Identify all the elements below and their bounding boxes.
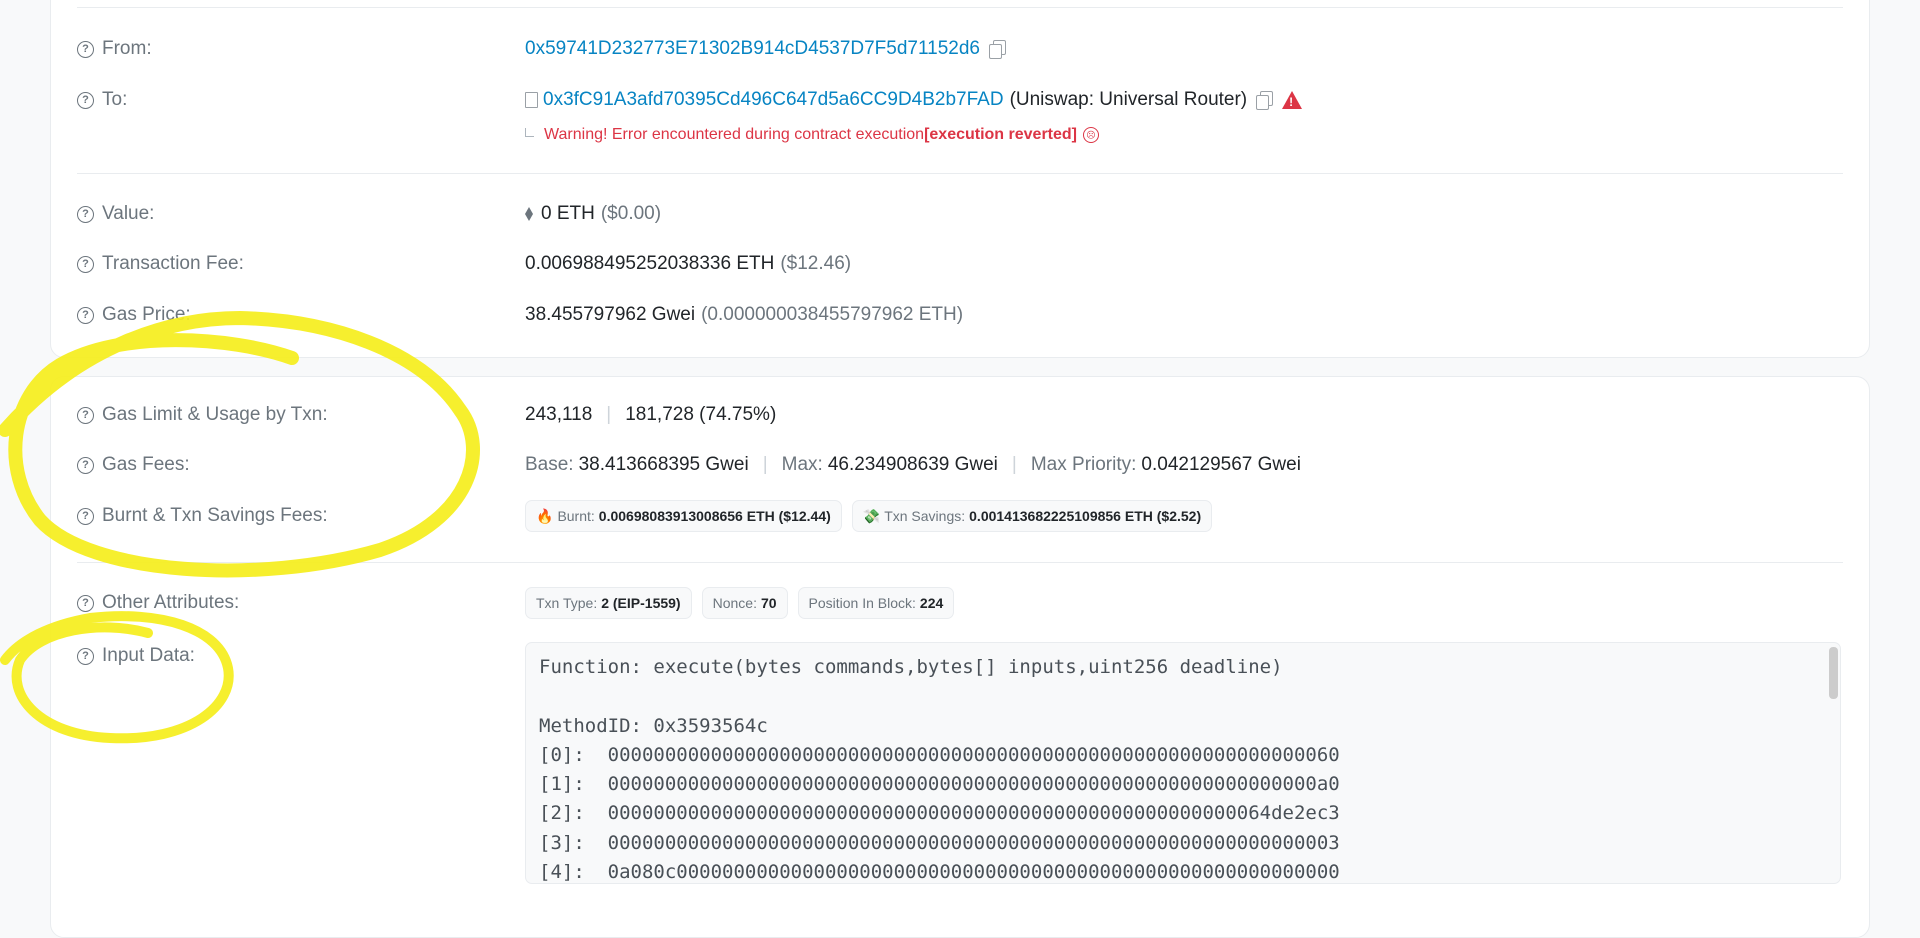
from-address-link[interactable]: 0x59741D232773E71302B914cD4537D7F5d71152…: [525, 38, 980, 60]
burnt-amount: 0.00698083913008656 ETH ($12.44): [598, 508, 831, 524]
help-icon[interactable]: ?: [77, 406, 94, 424]
help-icon[interactable]: ?: [77, 40, 94, 58]
help-icon[interactable]: ?: [77, 507, 94, 525]
input-data-code[interactable]: Function: execute(bytes commands,bytes[]…: [526, 643, 1840, 883]
contract-name: (Uniswap: Universal Router): [1009, 89, 1248, 110]
from-label: ? From:: [77, 38, 152, 60]
input-data-label: ? Input Data:: [77, 645, 195, 667]
value-label: ? Value:: [77, 203, 154, 225]
gas-fees-value: Base: 38.413668395 Gwei | Max: 46.234908…: [525, 454, 1301, 475]
execution-reverted-text: [execution reverted]: [924, 126, 1077, 143]
other-attributes-row: ? Other Attributes: Txn Type: 2 (EIP-1559…: [77, 587, 1868, 619]
value-row: ? Value: 0 ETH ($0.00): [77, 199, 1868, 229]
to-row: ? To: 0x3fC91A3afd70395Cd496C647d5a6CC9D…: [77, 85, 1868, 115]
money-icon: 💸: [862, 507, 881, 524]
burnt-fees-label: ? Burnt & Txn Savings Fees:: [77, 505, 328, 527]
divider: [77, 173, 1843, 174]
other-attributes-value: Txn Type: 2 (EIP-1559) Nonce: 70 Position …: [525, 587, 964, 619]
help-icon[interactable]: ?: [77, 594, 94, 612]
gas-price-label: ? Gas Price:: [77, 304, 191, 326]
gas-fees-row: ? Gas Fees: Base: 38.413668395 Gwei | Ma…: [77, 450, 1868, 480]
help-icon[interactable]: ?: [77, 91, 94, 109]
to-value: 0x3fC91A3afd70395Cd496C647d5a6CC9D4B2b7F…: [525, 89, 1303, 111]
burnt-fees-value: 🔥 Burnt: 0.00698083913008656 ETH ($12.44…: [525, 500, 1222, 532]
copy-icon[interactable]: [988, 40, 1006, 59]
gas-price-row: ? Gas Price: 38.455797962 Gwei (0.000000…: [77, 300, 1868, 330]
contract-document-icon: [525, 92, 538, 108]
divider: [77, 7, 1843, 8]
help-icon[interactable]: ?: [77, 456, 94, 474]
burnt-fees-row: ? Burnt & Txn Savings Fees: 🔥 Burnt: 0.0…: [77, 500, 1868, 532]
separator: |: [606, 404, 612, 425]
tree-corner-icon: [525, 127, 534, 137]
value-amount: 0 ETH ($0.00): [525, 203, 661, 225]
help-icon[interactable]: ?: [77, 647, 94, 665]
other-attributes-label: ? Other Attributes:: [77, 592, 239, 614]
gas-price-value: 38.455797962 Gwei (0.000000038455797962 …: [525, 304, 964, 325]
sad-face-icon: ☹: [1083, 127, 1099, 143]
separator: |: [762, 454, 768, 475]
to-label: ? To:: [77, 89, 127, 111]
gas-limit-value: 243,118 | 181,728 (74.75%): [525, 404, 777, 425]
transaction-fee-value: 0.006988495252038336 ETH ($12.46): [525, 253, 852, 274]
divider: [77, 562, 1843, 563]
help-icon[interactable]: ?: [77, 255, 94, 273]
ethereum-icon: [525, 207, 533, 221]
separator: |: [1011, 454, 1017, 475]
burnt-badge: 🔥 Burnt: 0.00698083913008656 ETH ($12.44…: [525, 500, 842, 532]
txn-savings-badge: 💸 Txn Savings: 0.001413682225109856 ETH …: [851, 500, 1213, 532]
from-value: 0x59741D232773E71302B914cD4537D7F5d71152…: [525, 38, 1006, 60]
fire-icon: 🔥: [536, 507, 554, 524]
copy-icon[interactable]: [1256, 91, 1274, 110]
gas-limit-row: ? Gas Limit & Usage by Txn: 243,118 | 18…: [77, 400, 1868, 430]
execution-warning: Warning! Error encountered during contra…: [525, 126, 1099, 144]
transaction-fee-row: ? Transaction Fee: 0.006988495252038336 …: [77, 249, 1868, 279]
input-data-textarea[interactable]: Function: execute(bytes commands,bytes[]…: [525, 642, 1841, 884]
warning-triangle-icon: !: [1282, 91, 1303, 109]
gas-limit-label: ? Gas Limit & Usage by Txn:: [77, 404, 328, 426]
to-address-link[interactable]: 0x3fC91A3afd70395Cd496C647d5a6CC9D4B2b7F…: [543, 89, 1004, 111]
help-icon[interactable]: ?: [77, 205, 94, 223]
nonce-badge: Nonce: 70: [701, 587, 788, 619]
gas-fees-label: ? Gas Fees:: [77, 454, 190, 476]
scrollbar[interactable]: [1829, 647, 1838, 699]
transaction-fee-label: ? Transaction Fee:: [77, 253, 244, 275]
from-row: ? From: 0x59741D232773E71302B914cD4537D7…: [77, 34, 1868, 64]
help-icon[interactable]: ?: [77, 306, 94, 324]
position-badge: Position In Block: 224: [797, 587, 955, 619]
txn-type-badge: Txn Type: 2 (EIP-1559): [525, 587, 692, 619]
